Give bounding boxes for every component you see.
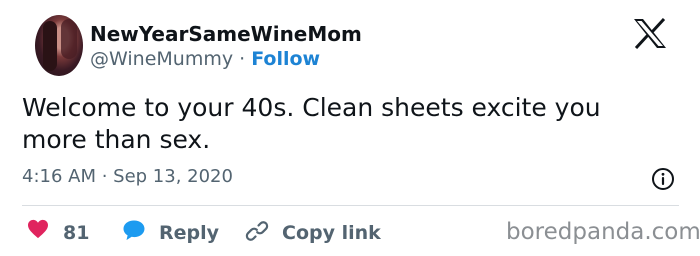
display-name[interactable]: NewYearSameWineMom bbox=[90, 22, 362, 46]
divider bbox=[22, 205, 679, 206]
handle-row: @WineMummy · Follow bbox=[90, 48, 320, 70]
link-icon[interactable] bbox=[245, 219, 269, 243]
tweet-timestamp[interactable]: 4:16 AM · Sep 13, 2020 bbox=[22, 166, 233, 187]
speech-bubble-icon[interactable] bbox=[122, 219, 146, 241]
heart-icon[interactable] bbox=[27, 219, 49, 239]
info-icon[interactable] bbox=[651, 167, 675, 191]
reply-button[interactable]: Reply bbox=[159, 222, 219, 244]
watermark: boredpanda.com bbox=[506, 219, 700, 245]
x-logo-icon[interactable] bbox=[633, 18, 667, 49]
like-count[interactable]: 81 bbox=[63, 222, 89, 244]
tweet-text: Welcome to your 40s. Clean sheets excite… bbox=[22, 93, 601, 154]
copy-link-button[interactable]: Copy link bbox=[282, 222, 381, 244]
avatar[interactable] bbox=[35, 15, 83, 76]
separator: · bbox=[233, 48, 252, 70]
handle[interactable]: @WineMummy bbox=[90, 48, 233, 70]
follow-button[interactable]: Follow bbox=[251, 48, 320, 70]
